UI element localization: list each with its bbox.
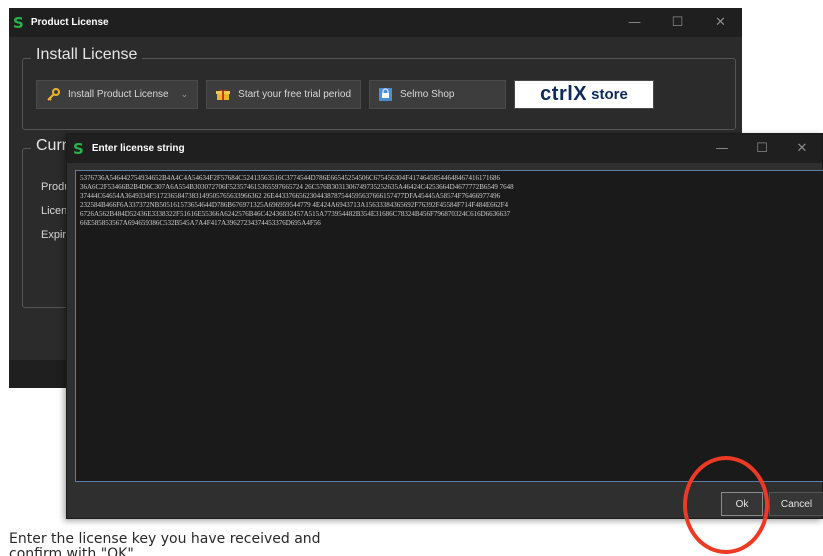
license-text-line: 5376736A546442754934652B4A4C4A54634F2F57… xyxy=(80,174,501,182)
shop-icon xyxy=(379,88,392,101)
selmo-shop-label: Selmo Shop xyxy=(400,89,455,100)
key-icon xyxy=(46,87,60,102)
ctrlx-store-button[interactable]: ctrlX store xyxy=(514,80,654,109)
dialog-logo-icon: S xyxy=(73,139,84,158)
install-product-license-label: Install Product License xyxy=(68,89,169,100)
maximize-button[interactable]: ☐ xyxy=(656,8,699,37)
instruction-caption: Enter the license key you have received … xyxy=(9,532,449,556)
app-logo-icon: S xyxy=(13,13,24,32)
ctrlx-store-logo: ctrlX xyxy=(540,83,588,105)
cancel-button[interactable]: Cancel xyxy=(769,492,823,516)
install-product-license-button[interactable]: Install Product License ⌄ xyxy=(36,80,199,109)
license-text-line: 232584B466F6A337372NB505161573654644D786… xyxy=(80,201,508,209)
license-text-line: 66E585853567A694659386C532B545A7A4F417A3… xyxy=(80,219,321,227)
selmo-shop-button[interactable]: Selmo Shop xyxy=(369,80,506,109)
license-text-line: 6726A562B484D52436E3338322F51616E55366A6… xyxy=(80,210,511,218)
install-license-group: Install License Install Product License … xyxy=(22,46,736,130)
gift-icon xyxy=(216,88,231,101)
dialog-close-button[interactable]: ✕ xyxy=(782,134,822,163)
chevron-down-icon[interactable]: ⌄ xyxy=(181,89,189,100)
install-license-heading: Install License xyxy=(31,46,143,64)
license-text-line: 37444C64654A3649334F51723658473831495057… xyxy=(80,192,501,200)
start-trial-label: Start your free trial period xyxy=(238,89,351,100)
minimize-button[interactable]: — xyxy=(613,8,656,37)
ok-highlight-circle xyxy=(683,456,769,554)
dialog-minimize-button[interactable]: — xyxy=(702,134,742,163)
main-title-bar[interactable]: S Product License — ☐ ✕ xyxy=(9,8,742,37)
main-window-title: Product License xyxy=(30,17,109,28)
start-trial-button[interactable]: Start your free trial period xyxy=(206,80,361,109)
license-text-line: 36A6C2F53466B2B4D6C307A6A554B303072706F5… xyxy=(80,183,514,191)
ctrlx-store-suffix: store xyxy=(591,86,628,103)
caption-line-2: confirm with "OK". xyxy=(9,546,139,556)
license-string-textarea[interactable]: 5376736A546442754934652B4A4C4A54634F2F57… xyxy=(75,170,823,482)
dialog-maximize-button[interactable]: ☐ xyxy=(742,134,782,163)
close-button[interactable]: ✕ xyxy=(699,8,742,37)
dialog-title-bar[interactable]: S Enter license string — ☐ ✕ xyxy=(67,134,822,163)
caption-line-1: Enter the license key you have received … xyxy=(9,532,321,547)
dialog-title: Enter license string xyxy=(91,143,185,154)
